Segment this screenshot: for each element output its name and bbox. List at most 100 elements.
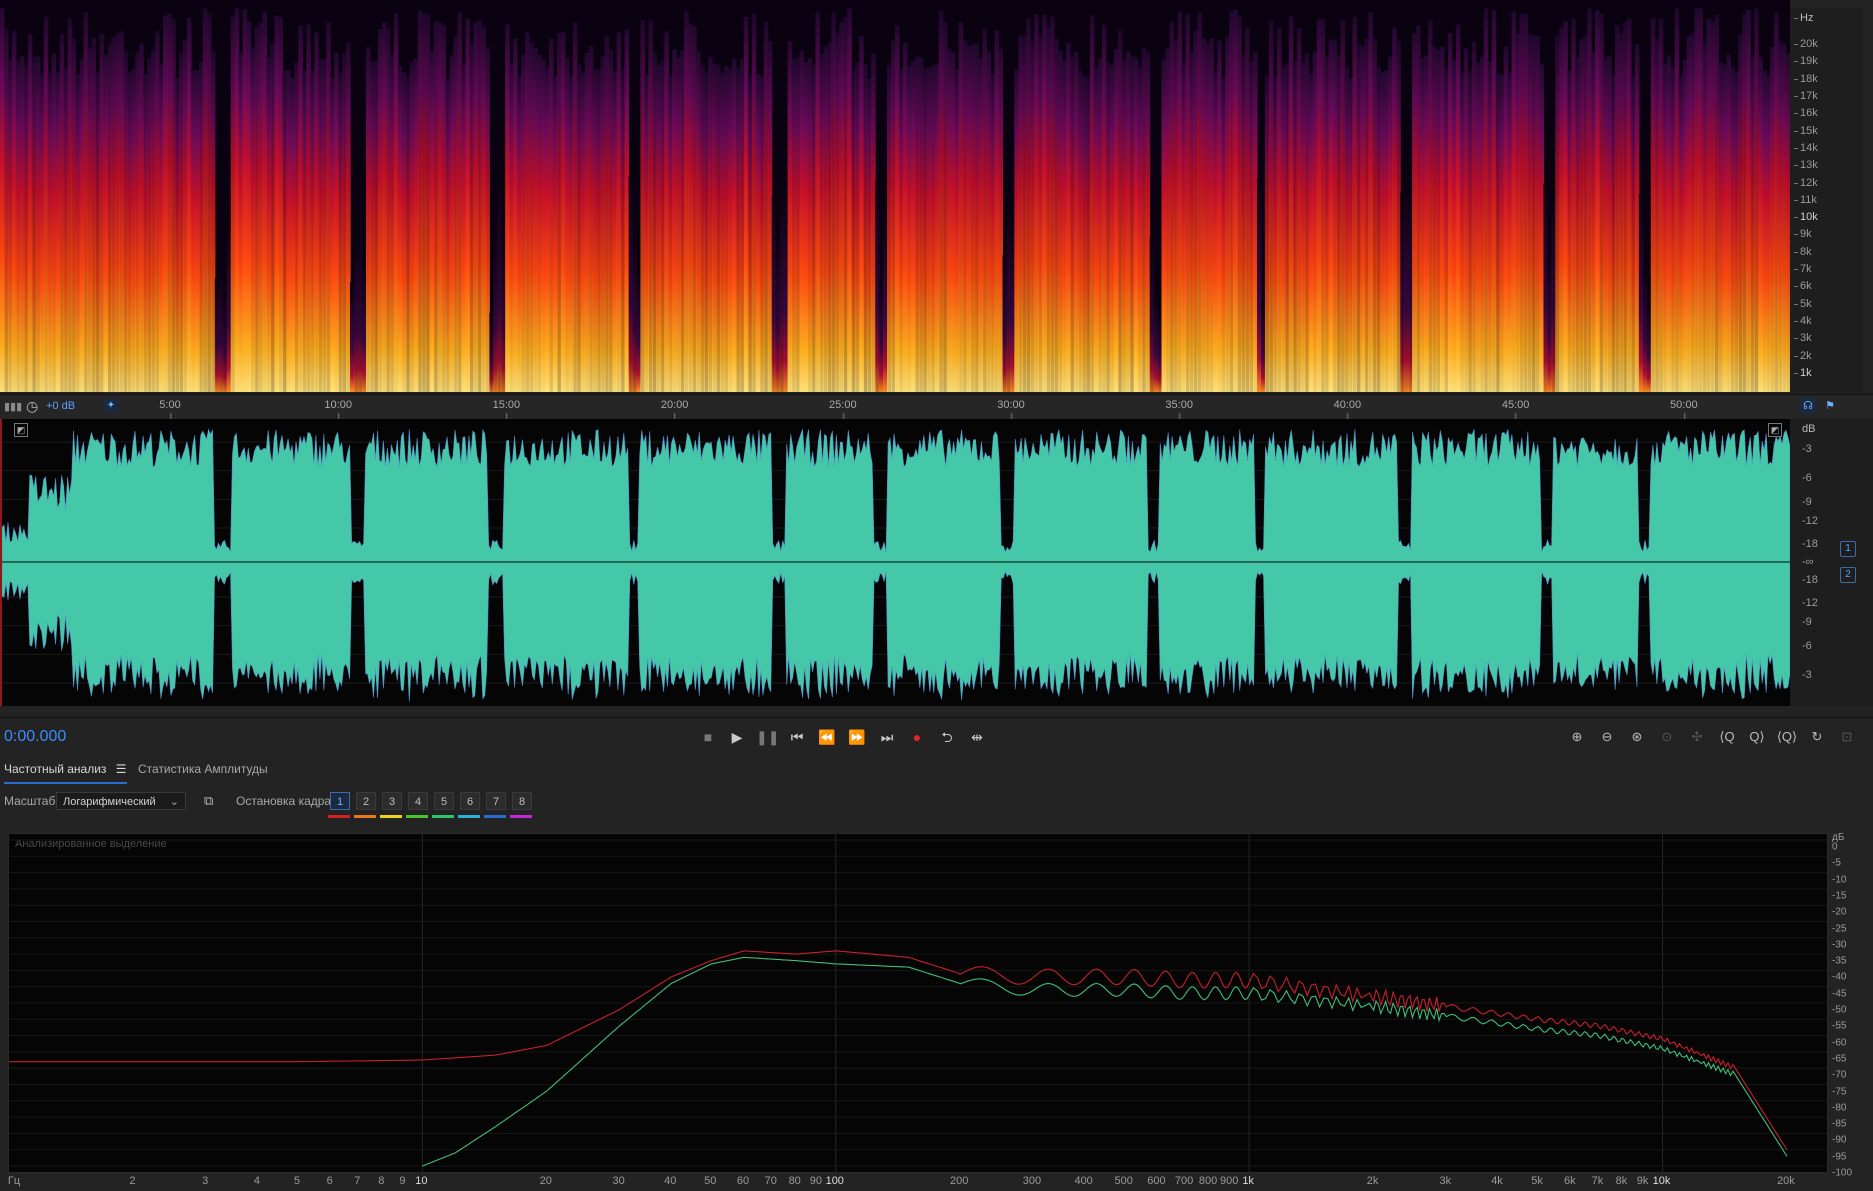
time-tick-label: 10:00	[324, 399, 352, 419]
zoom-lock-icon[interactable]: ⊡	[1836, 726, 1858, 748]
frequency-tick-label: 2k	[1366, 1175, 1379, 1187]
hz-tick-label: 11k	[1794, 193, 1817, 206]
spectrum-series-line	[9, 950, 1788, 1150]
pause-icon[interactable]: ❚❚	[756, 726, 779, 748]
hz-tick-label: 2k	[1794, 349, 1812, 362]
menu-icon[interactable]: ☰	[116, 762, 127, 776]
frequency-plot	[9, 834, 1827, 1172]
tab-amplitude-statistics[interactable]: Статистика Амплитуды	[138, 762, 268, 782]
hz-tick-label: 10k	[1794, 211, 1818, 224]
frequency-analysis-panel: Частотный анализ ☰ Статистика Амплитуды …	[0, 756, 1873, 1191]
channel-1-badge[interactable]: 1	[1840, 541, 1856, 557]
channel-2-badge[interactable]: 2	[1840, 567, 1856, 583]
freeze-frame-button-5[interactable]: 5	[434, 792, 454, 810]
hz-tick-label: 20k	[1794, 38, 1818, 50]
tab-frequency-analysis[interactable]: Частотный анализ ☰	[4, 762, 127, 784]
db-tick-label: -∞	[1802, 556, 1814, 568]
spectrogram-frequency-scale: Hz 20k 19k 18k 17k 16k 15k 14k 13k 12k 11k 10k 9k 8k…	[1790, 8, 1863, 392]
waveform-view[interactable]: ◩ ◩	[0, 419, 1790, 706]
db-unit-label: dB	[1802, 423, 1816, 435]
frequency-tick-label: 30	[612, 1175, 625, 1187]
headphones-icon[interactable]: ☊	[1800, 398, 1816, 414]
freeze-frame-button-4[interactable]: 4	[408, 792, 428, 810]
frequency-tick-label: 90	[809, 1175, 822, 1187]
zoom-selection-icon[interactable]: ⊙	[1656, 726, 1678, 748]
zoom-in-amplitude-icon[interactable]: ⊕	[1566, 726, 1588, 748]
freeze-frame-button-1[interactable]: 1	[330, 792, 350, 810]
freeze-frame-button-7[interactable]: 7	[486, 792, 506, 810]
frequency-tick-label: 8k	[1615, 1175, 1628, 1187]
frequency-tick-label: 7	[354, 1175, 361, 1187]
frequency-tick-label: 800	[1198, 1175, 1218, 1187]
frequency-tick-label: 20	[539, 1175, 552, 1187]
level-meter-icon[interactable]: ▮▮▮	[4, 400, 22, 413]
frequency-tick-label: 1k	[1242, 1175, 1254, 1187]
freeze-frame-button-6[interactable]: 6	[460, 792, 480, 810]
frequency-tick-label: 50	[704, 1175, 717, 1187]
time-tick-label: 45:00	[1501, 399, 1530, 419]
db-tick-label: -12	[1802, 597, 1818, 609]
hz-tick-label: 14k	[1794, 141, 1818, 154]
copy-icon[interactable]: ⧉	[204, 793, 213, 809]
zoom-reset-icon[interactable]: ⊛	[1626, 726, 1648, 748]
db-level-tick-label: -90	[1832, 1134, 1847, 1146]
freeze-frame-button-2[interactable]: 2	[356, 792, 376, 810]
zoom-center-icon[interactable]: ✣	[1686, 726, 1708, 748]
marker-icon[interactable]: ⚑	[1822, 398, 1838, 414]
db-tick-label: -9	[1802, 616, 1812, 628]
loop-icon[interactable]: ⮌	[936, 726, 958, 748]
skip-start-icon[interactable]: ⏮	[786, 726, 808, 748]
frequency-tick-label: 900	[1220, 1175, 1239, 1187]
db-level-tick-label: -80	[1832, 1102, 1847, 1114]
db-level-tick-label: -50	[1832, 1004, 1847, 1016]
hz-unit-label: Hz	[1793, 12, 1814, 24]
zoom-in-time-icon[interactable]: ⟨Q	[1716, 726, 1738, 748]
play-icon[interactable]: ▶	[726, 726, 748, 748]
spectrogram-view[interactable]	[0, 0, 1790, 392]
frequency-tick-label: 9	[399, 1175, 406, 1187]
chevron-down-icon: ⌄	[169, 796, 179, 808]
pin-icon[interactable]: ✦	[104, 399, 118, 413]
frequency-tick-label: 100	[825, 1175, 844, 1187]
fast-forward-icon[interactable]: ⏩	[846, 726, 868, 748]
spectrogram-image	[0, 0, 1790, 392]
hz-tick-label: 13k	[1794, 159, 1818, 172]
zoom-corner-icon[interactable]: ◩	[14, 423, 28, 437]
db-level-tick-label: -35	[1832, 955, 1847, 967]
timecode-display[interactable]: 0:00.000	[4, 728, 66, 746]
frequency-tick-label: 300	[1022, 1175, 1042, 1187]
freeze-frame-button-3[interactable]: 3	[382, 792, 402, 810]
db-tick-label: -12	[1802, 515, 1818, 527]
db-level-tick-label: -20	[1832, 906, 1847, 918]
db-level-tick-label: -25	[1832, 923, 1847, 934]
frequency-tick-label: 700	[1174, 1175, 1194, 1187]
frequency-axis: Гц 2 3 4 5 6 7 8 9 10 20 30 40 50 60 70 80 90 100 200 300 40…	[0, 1173, 1873, 1191]
zoom-corner-icon[interactable]: ◩	[1768, 423, 1782, 437]
freeze-frame-button-8[interactable]: 8	[512, 792, 532, 810]
hz-tick-label: 4k	[1794, 315, 1812, 328]
skip-icon[interactable]: ⇹	[966, 726, 988, 748]
zoom-out-amplitude-icon[interactable]: ⊖	[1596, 726, 1618, 748]
scale-dropdown[interactable]: Логарифмический ⌄	[56, 792, 186, 810]
tab-label: Частотный анализ	[4, 762, 107, 776]
db-level-tick-label: -5	[1832, 857, 1841, 869]
x-unit-label: Гц	[7, 1175, 21, 1187]
db-tick-label: -3	[1802, 443, 1812, 455]
zoom-full-icon[interactable]: ⟨Q⟩	[1776, 726, 1798, 748]
zoom-history-icon[interactable]: ↻	[1806, 726, 1828, 748]
scale-value: Логарифмический	[63, 796, 156, 808]
stop-icon[interactable]: ■	[697, 726, 719, 748]
frequency-graph[interactable]: Анализированное выделение	[8, 833, 1828, 1173]
frequency-tick-label: 40	[664, 1175, 677, 1187]
skip-end-icon[interactable]: ⏭	[876, 726, 898, 748]
gain-knob-icon[interactable]: ◷	[26, 398, 38, 415]
y-unit-label: дБ	[1832, 832, 1845, 843]
zoom-out-time-icon[interactable]: Q⟩	[1746, 726, 1768, 748]
time-ruler[interactable]: ▮▮▮ ◷ +0 dB ✦ 5:00 10:00 15:00 20:00 25:00 30…	[0, 394, 1873, 420]
rewind-icon[interactable]: ⏪	[816, 726, 838, 748]
db-tick-label: -9	[1802, 496, 1812, 508]
frequency-tick-label: 2	[129, 1175, 136, 1187]
gain-value[interactable]: +0 dB	[46, 400, 75, 412]
spectrum-series-line	[422, 956, 1788, 1167]
record-icon[interactable]: ●	[906, 726, 928, 748]
